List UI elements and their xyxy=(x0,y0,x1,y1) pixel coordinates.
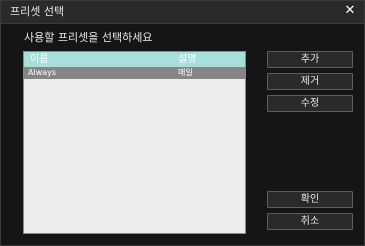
row-description-cell: 매일 xyxy=(178,68,193,77)
column-name-header: 이름 xyxy=(30,54,49,65)
preset-table[interactable]: 이름 설명 Always 매일 xyxy=(23,51,246,234)
add-button[interactable]: 추가 xyxy=(267,51,353,68)
title-bar[interactable]: 프리셋 선택 ✕ xyxy=(1,1,364,24)
table-header: 이름 설명 xyxy=(24,52,245,67)
cancel-button[interactable]: 취소 xyxy=(267,213,353,230)
remove-button[interactable]: 제거 xyxy=(267,73,353,90)
ok-button[interactable]: 확인 xyxy=(267,191,353,208)
close-icon[interactable]: ✕ xyxy=(343,4,357,18)
preset-select-dialog: 프리셋 선택 ✕ 사용할 프리셋을 선택하세요 이름 설명 Always 매일 … xyxy=(0,0,365,246)
dialog-title: 프리셋 선택 xyxy=(10,5,65,18)
instruction-label: 사용할 프리셋을 선택하세요 xyxy=(24,31,153,44)
column-description-header: 설명 xyxy=(178,54,197,65)
table-row[interactable]: Always 매일 xyxy=(24,67,245,79)
row-name-cell: Always xyxy=(28,68,57,77)
edit-button[interactable]: 수정 xyxy=(267,95,353,112)
